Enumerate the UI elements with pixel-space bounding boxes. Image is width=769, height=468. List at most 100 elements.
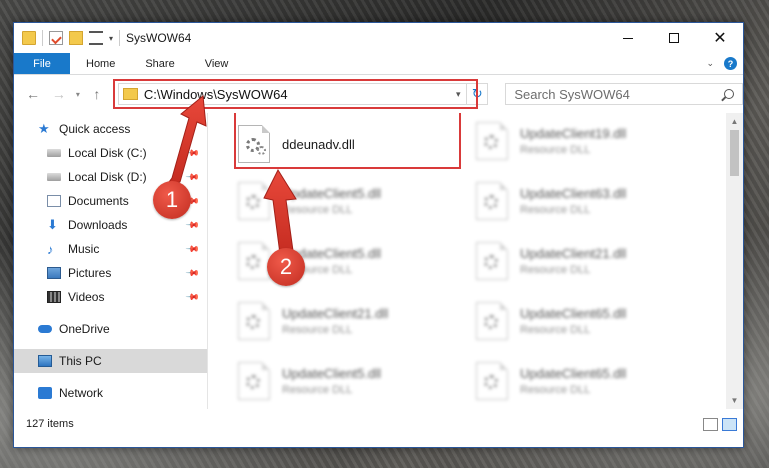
file-item[interactable]: UpdateClient65.dll Resource DLL <box>476 356 701 406</box>
network-icon <box>38 387 52 399</box>
help-icon[interactable]: ? <box>724 57 737 70</box>
view-buttons <box>703 417 743 431</box>
dll-file-icon <box>238 182 270 220</box>
sidebar-item-quick-access[interactable]: ★ Quick access <box>14 117 208 141</box>
file-item[interactable]: UpdateClient21.dll Resource DLL <box>238 296 463 346</box>
pin-icon[interactable]: 📌 <box>185 265 200 281</box>
step-1-badge: 1 <box>153 181 191 219</box>
videos-icon <box>47 291 61 303</box>
file-item[interactable]: UpdateClient21.dll Resource DLL <box>476 236 701 286</box>
forward-arrow-icon[interactable]: → <box>46 86 72 102</box>
sidebar-item-this-pc[interactable]: This PC <box>14 349 208 373</box>
new-folder-icon[interactable] <box>69 31 83 45</box>
tab-home[interactable]: Home <box>70 53 129 74</box>
explorer-body: ★ Quick access Local Disk (C:) 📌 Local D… <box>14 113 743 409</box>
file-type: Resource DLL <box>282 384 353 396</box>
dll-file-icon <box>238 362 270 400</box>
sidebar-item-onedrive[interactable]: OneDrive <box>14 317 208 341</box>
gear-icon <box>246 255 260 269</box>
customize-toolbar-chevron-icon[interactable]: ▾ <box>109 34 113 43</box>
expand-ribbon-chevron-icon[interactable]: ⌄ <box>706 58 714 69</box>
sidebar-item-pictures[interactable]: Pictures 📌 <box>14 261 208 285</box>
sidebar-item-label: Pictures <box>68 266 112 280</box>
sidebar-item-label: Videos <box>68 290 105 304</box>
navigation-bar: ← → ▾ ↑ C:\Windows\SysWOW64 ▾ ↻ Search S… <box>14 75 743 113</box>
pin-icon[interactable]: 📌 <box>185 289 200 305</box>
gear-icon <box>246 315 260 329</box>
file-type: Resource DLL <box>520 384 591 396</box>
sidebar-item-music[interactable]: ♪ Music 📌 <box>14 237 208 261</box>
file-item[interactable]: UpdateClient65.dll Resource DLL <box>476 296 701 346</box>
pin-icon[interactable]: 📌 <box>185 241 200 257</box>
tab-file[interactable]: File <box>14 53 70 74</box>
file-name: UpdateClient5.dll <box>282 186 382 201</box>
back-arrow-icon[interactable]: ← <box>20 86 46 102</box>
tab-view[interactable]: View <box>189 53 243 74</box>
pin-icon[interactable]: 📌 <box>185 217 200 233</box>
sidebar-item-network[interactable]: Network <box>14 381 208 405</box>
tab-share[interactable]: Share <box>129 53 188 74</box>
file-item[interactable]: UpdateClient5.dll Resource DLL <box>238 176 463 226</box>
pin-icon[interactable]: 📌 <box>185 169 200 185</box>
dll-file-icon <box>476 122 508 160</box>
toolbar-divider <box>119 30 121 46</box>
scroll-down-icon[interactable]: ▼ <box>726 392 743 409</box>
file-item[interactable]: UpdateClient19.dll Resource DLL <box>476 116 701 166</box>
step-2-badge: 2 <box>267 248 305 286</box>
gear-icon <box>484 195 498 209</box>
dll-file-icon <box>476 242 508 280</box>
drive-icon <box>47 173 61 181</box>
dll-file-icon <box>238 242 270 280</box>
vertical-scrollbar[interactable]: ▲ ▼ <box>726 113 743 409</box>
sidebar-item-label: Music <box>68 242 100 256</box>
cloud-icon <box>38 325 52 333</box>
maximize-button[interactable] <box>651 23 697 53</box>
dll-file-icon <box>476 182 508 220</box>
properties-icon[interactable] <box>49 31 63 45</box>
pin-icon[interactable]: 📌 <box>185 145 200 161</box>
minimize-button[interactable] <box>605 23 651 53</box>
file-type: Resource DLL <box>520 144 591 156</box>
scroll-up-icon[interactable]: ▲ <box>726 113 743 130</box>
sidebar-item-local-disk-c[interactable]: Local Disk (C:) 📌 <box>14 141 208 165</box>
file-item[interactable]: UpdateClient5.dll Resource DLL <box>238 356 463 406</box>
sidebar-item-videos[interactable]: Videos 📌 <box>14 285 208 309</box>
drive-icon <box>47 149 61 157</box>
file-name: UpdateClient63.dll <box>520 186 627 201</box>
details-view-icon[interactable] <box>703 417 718 431</box>
address-highlight-box <box>112 79 478 109</box>
star-icon: ★ <box>38 121 50 136</box>
file-type: Resource DLL <box>282 324 353 336</box>
gear-icon <box>246 375 260 389</box>
sidebar-item-label: OneDrive <box>59 322 110 336</box>
folder-icon <box>22 31 36 45</box>
file-explorer-window: ▾ SysWOW64 ✕ File Home Share View ⌄ ? ← … <box>13 22 744 448</box>
up-arrow-icon[interactable]: ↑ <box>84 86 110 102</box>
gear-icon <box>484 315 498 329</box>
address-bar[interactable]: C:\Windows\SysWOW64 ▾ ↻ <box>112 79 489 109</box>
file-highlight-box <box>234 113 461 169</box>
maximize-icon <box>669 33 679 43</box>
computer-icon <box>38 355 52 367</box>
view-options-icon[interactable] <box>89 31 103 45</box>
recent-locations-chevron-icon[interactable]: ▾ <box>72 90 84 99</box>
search-input[interactable]: Search SysWOW64 <box>505 83 743 105</box>
gear-icon <box>246 195 260 209</box>
dll-file-icon <box>476 302 508 340</box>
navigation-pane: ★ Quick access Local Disk (C:) 📌 Local D… <box>14 113 208 409</box>
dll-file-icon <box>238 302 270 340</box>
music-icon: ♪ <box>47 241 54 257</box>
close-button[interactable]: ✕ <box>697 23 743 53</box>
search-icon[interactable] <box>723 89 734 99</box>
file-name: UpdateClient21.dll <box>520 246 627 261</box>
file-name: UpdateClient65.dll <box>520 306 627 321</box>
toolbar-divider <box>42 30 43 46</box>
large-icons-view-icon[interactable] <box>722 417 737 431</box>
scrollbar-thumb[interactable] <box>730 130 739 176</box>
file-type: Resource DLL <box>520 204 591 216</box>
file-item[interactable]: UpdateClient63.dll Resource DLL <box>476 176 701 226</box>
download-icon: ⬇ <box>47 217 58 232</box>
file-name: UpdateClient19.dll <box>520 126 627 141</box>
